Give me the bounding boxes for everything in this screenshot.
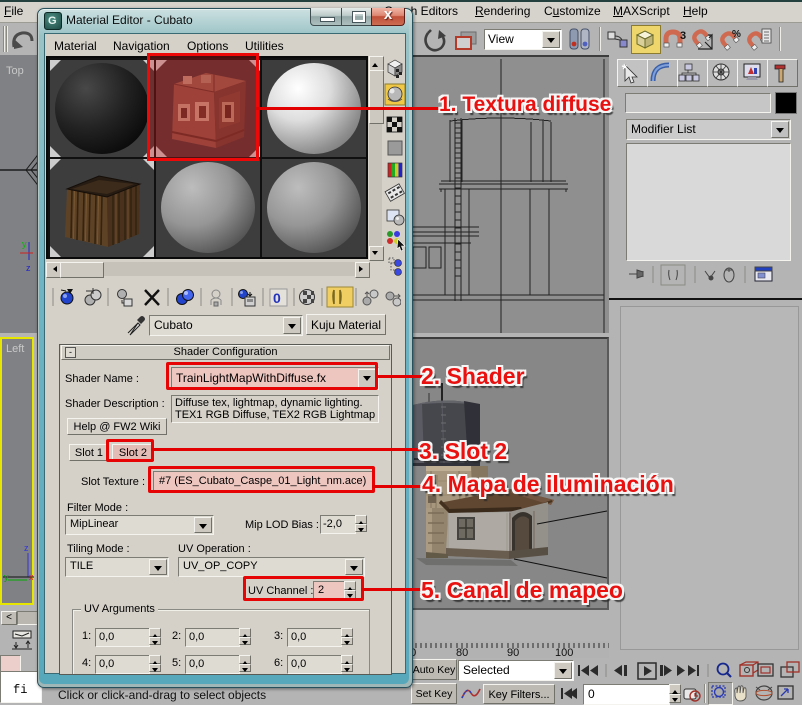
svg-text:x: x — [29, 572, 34, 582]
svg-text:y: y — [22, 239, 27, 249]
svg-text:z: z — [26, 263, 31, 273]
svg-text:3: 3 — [680, 30, 686, 42]
svg-text:80: 80 — [456, 647, 468, 658]
svg-text:z: z — [24, 543, 29, 553]
svg-text:100: 100 — [555, 647, 573, 658]
svg-text:90: 90 — [507, 647, 519, 658]
svg-text:0: 0 — [273, 290, 281, 306]
svg-text:%: % — [732, 29, 741, 40]
